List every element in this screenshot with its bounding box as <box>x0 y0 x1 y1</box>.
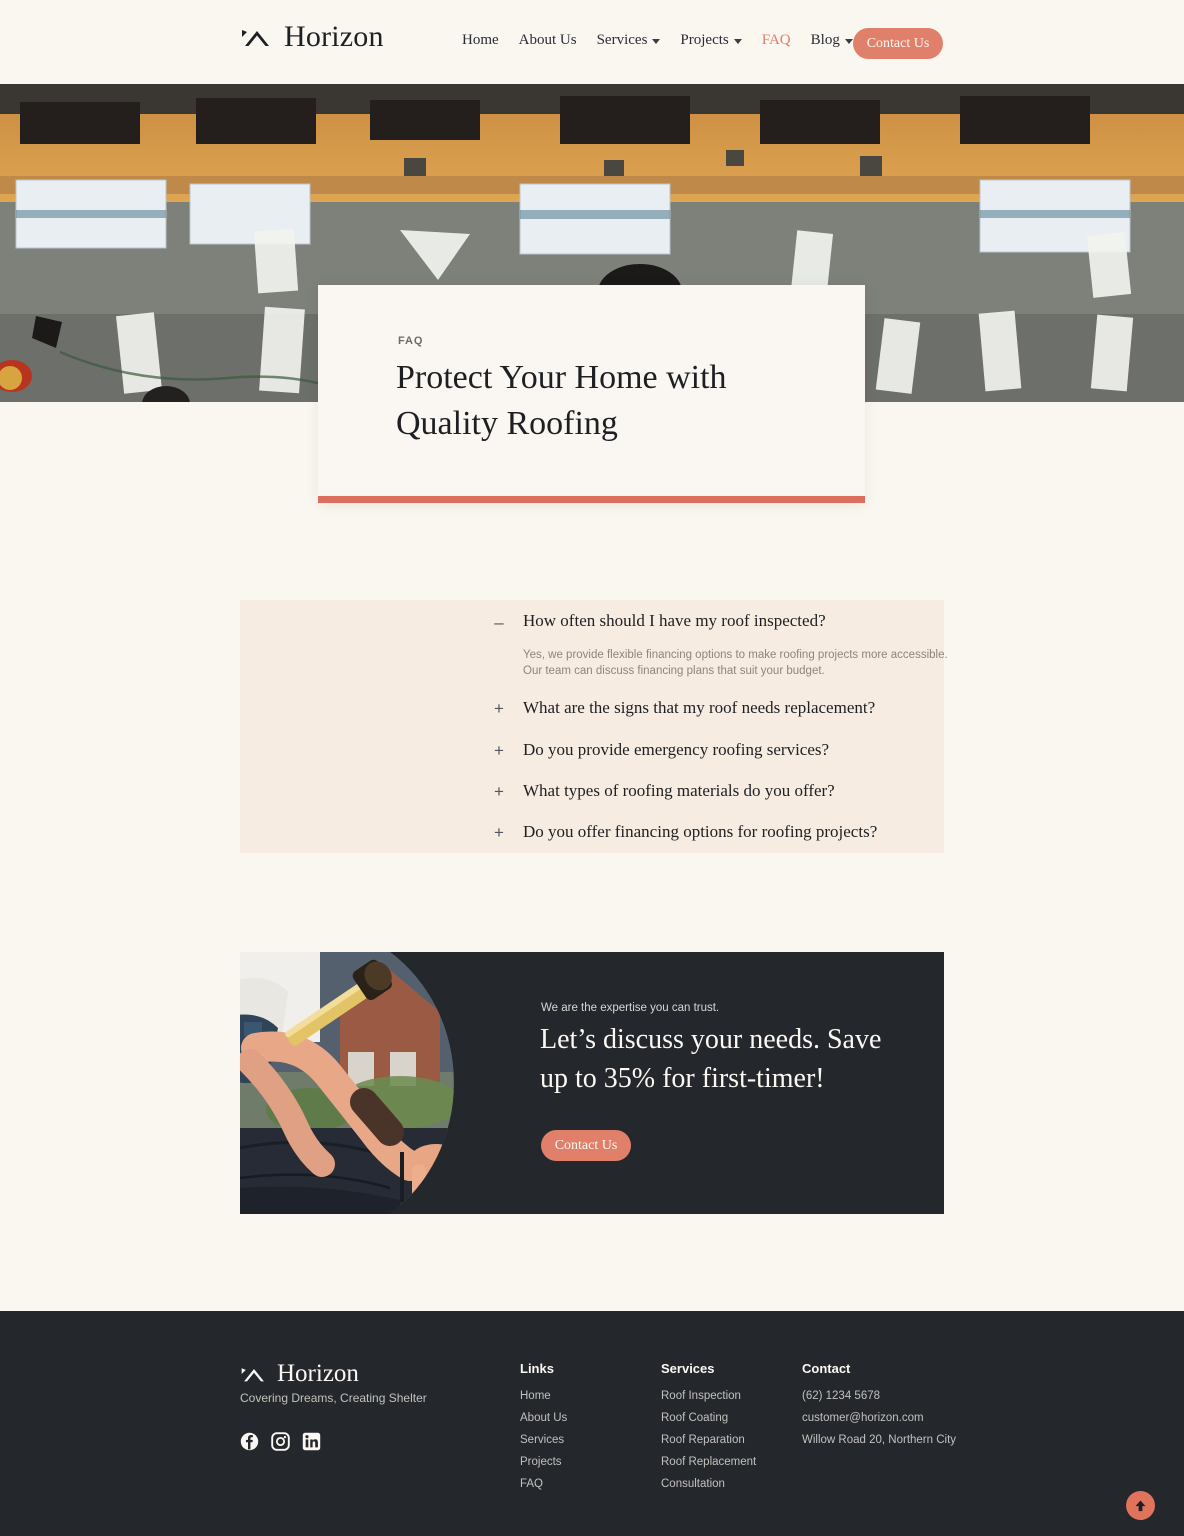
roof-chevron-icon <box>242 30 269 46</box>
chevron-down-icon <box>733 39 742 44</box>
nav-item-faq[interactable]: FAQ <box>762 32 791 49</box>
cta-title: Let’s discuss your needs. Save up to 35%… <box>540 1020 920 1098</box>
faq-item-0[interactable]: – How often should I have my roof inspec… <box>240 600 947 700</box>
faq-question: How often should I have my roof inspecte… <box>523 611 826 630</box>
nav-label: Services <box>596 32 648 48</box>
faq-question: Do you offer financing options for roofi… <box>523 822 878 841</box>
nav-item-about-us[interactable]: About Us <box>519 32 577 49</box>
footer-link-roof-coating[interactable]: Roof Coating <box>661 1412 756 1424</box>
footer-column-contact: Contact (62) 1234 5678 customer@horizon.… <box>802 1361 956 1456</box>
footer-socials <box>240 1432 321 1451</box>
footer-link-roof-reparation[interactable]: Roof Reparation <box>661 1434 756 1446</box>
cta-title-line-2: up to 35% for first-timer! <box>540 1063 825 1094</box>
footer-column-links: Links Home About Us Services Projects FA… <box>520 1361 567 1500</box>
nav-item-projects[interactable]: Projects <box>680 32 742 49</box>
nav-label: About Us <box>518 32 577 48</box>
faq-toggle-plus-icon[interactable]: + <box>492 741 506 761</box>
page-title: Protect Your Home with Quality Roofing <box>396 355 836 447</box>
footer-link-services[interactable]: Services <box>520 1434 567 1446</box>
roof-chevron-icon <box>241 1367 264 1381</box>
faq-toggle-plus-icon[interactable]: + <box>492 823 506 843</box>
footer-link-projects[interactable]: Projects <box>520 1456 567 1468</box>
faq-toggle-plus-icon[interactable]: + <box>492 699 506 719</box>
site-header: Horizon Home About Us Services Projects … <box>0 0 1184 84</box>
brand-logo[interactable]: Horizon <box>240 22 384 52</box>
main-nav: Home About Us Services Projects FAQ Blog <box>462 32 853 49</box>
faq-toggle-plus-icon[interactable]: + <box>492 782 506 802</box>
footer-tagline: Covering Dreams, Creating Shelter <box>240 1391 427 1405</box>
nav-item-services[interactable]: Services <box>597 32 661 49</box>
roofer-hammering-shingle-photo <box>240 952 454 1214</box>
facebook-icon[interactable] <box>240 1432 259 1451</box>
footer-link-consultation[interactable]: Consultation <box>661 1478 756 1490</box>
cta-eyebrow: We are the expertise you can trust. <box>541 1002 720 1014</box>
cta-title-line-1: Let’s discuss your needs. Save <box>540 1024 882 1055</box>
faq-answer-line-1: Yes, we provide flexible financing optio… <box>523 649 948 661</box>
arrow-up-icon <box>1135 1500 1146 1512</box>
hero-title-line-2: Quality Roofing <box>396 405 618 442</box>
hero-card: FAQ Protect Your Home with Quality Roofi… <box>318 285 865 503</box>
header-contact-us-button[interactable]: Contact Us <box>853 28 943 59</box>
site-footer: Horizon Covering Dreams, Creating Shelte… <box>0 1311 1184 1536</box>
footer-link-faq[interactable]: FAQ <box>520 1478 567 1490</box>
faq-item-2[interactable]: + Do you provide emergency roofing servi… <box>240 740 944 782</box>
nav-label: Home <box>462 32 499 48</box>
footer-contact-phone: (62) 1234 5678 <box>802 1390 881 1402</box>
footer-column-services: Services Roof Inspection Roof Coating Ro… <box>661 1361 756 1500</box>
footer-contact-address: Willow Road 20, Northern City <box>802 1434 957 1446</box>
faq-item-4[interactable]: + Do you offer financing options for roo… <box>240 822 944 864</box>
faq-answer-line-2: Our team can discuss financing plans tha… <box>523 665 825 677</box>
footer-contact-email: customer@horizon.com <box>802 1412 924 1424</box>
nav-item-blog[interactable]: Blog <box>811 32 853 49</box>
page-root: Horizon Home About Us Services Projects … <box>0 0 1184 1536</box>
footer-brand-name: Horizon <box>277 1360 359 1387</box>
footer-link-roof-replacement[interactable]: Roof Replacement <box>661 1456 756 1468</box>
footer-link-home[interactable]: Home <box>520 1390 567 1402</box>
chevron-down-icon <box>652 39 661 44</box>
faq-question: What types of roofing materials do you o… <box>523 781 835 800</box>
nav-item-home[interactable]: Home <box>462 32 499 49</box>
nav-label: Projects <box>680 32 729 48</box>
hero-eyebrow: FAQ <box>398 335 424 347</box>
faq-item-3[interactable]: + What types of roofing materials do you… <box>240 781 944 823</box>
faq-question: Do you provide emergency roofing service… <box>523 740 830 759</box>
footer-link-roof-inspection[interactable]: Roof Inspection <box>661 1390 756 1402</box>
nav-label: FAQ <box>761 32 791 48</box>
hero-title-line-1: Protect Your Home with <box>396 359 727 396</box>
instagram-icon[interactable] <box>271 1432 290 1451</box>
footer-column-title: Services <box>661 1361 715 1376</box>
linkedin-icon[interactable] <box>302 1432 321 1451</box>
footer-link-about-us[interactable]: About Us <box>520 1412 567 1424</box>
chevron-down-icon <box>844 39 853 44</box>
footer-column-title: Links <box>520 1361 554 1376</box>
footer-column-title: Contact <box>802 1361 851 1376</box>
cta-contact-us-button[interactable]: Contact Us <box>541 1130 631 1161</box>
faq-item-1[interactable]: + What are the signs that my roof needs … <box>240 698 944 740</box>
hero-accent-bar <box>318 496 865 503</box>
footer-brand-logo[interactable]: Horizon <box>240 1361 359 1386</box>
brand-name: Horizon <box>284 20 384 53</box>
faq-answer: Yes, we provide flexible financing optio… <box>523 647 983 679</box>
nav-label: Blog <box>810 32 840 48</box>
cta-banner: We are the expertise you can trust. Let’… <box>240 952 944 1214</box>
faq-accordion: – How often should I have my roof inspec… <box>240 600 948 853</box>
faq-toggle-minus-icon[interactable]: – <box>492 613 506 633</box>
scroll-to-top-button[interactable] <box>1126 1491 1155 1520</box>
cta-image <box>240 952 520 1214</box>
faq-question: What are the signs that my roof needs re… <box>523 698 876 717</box>
